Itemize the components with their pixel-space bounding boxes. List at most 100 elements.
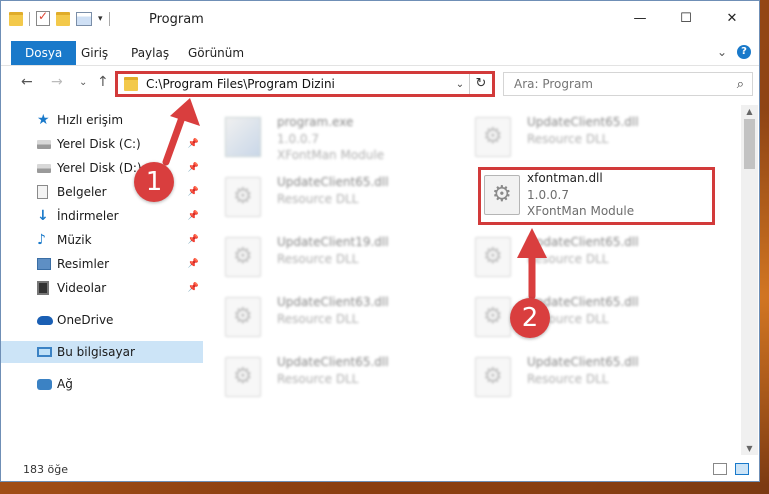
close-button[interactable]: ✕	[709, 9, 755, 29]
sidebar-item-music[interactable]: ♪ Müzik 📌	[1, 229, 203, 251]
properties-icon[interactable]	[76, 11, 92, 26]
file-name: program.exe	[277, 115, 354, 129]
maximize-button[interactable]: ☐	[663, 9, 709, 29]
file-description: XFontMan Module	[277, 148, 385, 162]
file-description: Resource DLL	[527, 252, 609, 266]
search-icon: ⌕	[736, 76, 744, 92]
up-arrow-icon[interactable]: ↑	[97, 74, 109, 90]
scroll-up-icon[interactable]: ▲	[741, 107, 758, 116]
network-icon	[37, 378, 52, 390]
quick-access-toolbar: ▾	[9, 9, 110, 26]
dll-icon	[475, 237, 511, 277]
sidebar-item-label: OneDrive	[57, 313, 114, 327]
this-pc-icon	[37, 347, 52, 357]
sidebar-item-downloads[interactable]: ↓ İndirmeler 📌	[1, 205, 203, 227]
sidebar-item-pictures[interactable]: Resimler 📌	[1, 253, 203, 275]
navigation-bar: ← → ⌄ ↑ C:\Program Files\Program Dizini …	[1, 67, 759, 101]
address-path[interactable]: C:\Program Files\Program Dizini	[146, 77, 451, 91]
tiles-view-icon[interactable]	[735, 463, 749, 475]
file-name: UpdateClient63.dll	[277, 295, 389, 309]
sidebar-item-label: İndirmeler	[57, 209, 119, 223]
sidebar-item-local-disk-c[interactable]: Yerel Disk (C:) 📌	[1, 133, 203, 155]
scrollbar-thumb[interactable]	[744, 119, 755, 169]
sidebar-item-onedrive[interactable]: OneDrive	[1, 309, 203, 331]
divider	[108, 11, 110, 26]
sidebar-item-label: Yerel Disk (D:)	[57, 161, 142, 175]
videos-icon	[37, 281, 49, 295]
ribbon-right-controls: ⌄ ?	[717, 45, 751, 59]
file-name: xfontman.dll	[527, 171, 603, 185]
documents-icon	[37, 185, 48, 199]
search-box[interactable]: ⌕	[503, 72, 753, 96]
address-history-chevron-icon[interactable]: ⌄	[451, 79, 469, 90]
pictures-icon	[37, 258, 51, 270]
file-version: 1.0.0.7	[277, 132, 319, 146]
divider	[29, 11, 30, 26]
tab-view[interactable]: Görünüm	[188, 41, 244, 65]
back-arrow-icon[interactable]: ←	[21, 74, 33, 90]
tab-file[interactable]: Dosya	[11, 41, 77, 65]
recent-locations-chevron-icon[interactable]: ⌄	[79, 77, 87, 88]
scroll-down-icon[interactable]: ▼	[741, 444, 758, 453]
file-name: UpdateClient65.dll	[277, 355, 389, 369]
file-description: Resource DLL	[277, 252, 359, 266]
dll-icon	[475, 297, 511, 337]
file-item[interactable]: UpdateClient65.dll Resource DLL	[457, 347, 697, 405]
file-name: UpdateClient65.dll	[277, 175, 389, 189]
sidebar-item-label: Videolar	[57, 281, 107, 295]
sidebar-item-this-pc[interactable]: Bu bilgisayar	[1, 341, 203, 363]
file-description: Resource DLL	[277, 372, 359, 386]
forward-arrow-icon[interactable]: →	[51, 74, 63, 90]
sidebar-item-label: Hızlı erişim	[57, 113, 124, 127]
title-bar: ▾ Program — ☐ ✕	[1, 1, 759, 37]
address-bar[interactable]: C:\Program Files\Program Dizini ⌄ ↻	[115, 71, 495, 97]
properties-check-icon[interactable]	[36, 9, 50, 26]
folder-icon	[9, 11, 23, 26]
exe-icon	[225, 117, 261, 157]
ribbon-expand-icon[interactable]: ⌄	[717, 45, 727, 59]
file-description: XFontMan Module	[527, 204, 635, 218]
file-item[interactable]: UpdateClient65.dll Resource DLL	[207, 167, 447, 225]
sidebar-item-label: Müzik	[57, 233, 92, 247]
refresh-icon[interactable]: ↻	[469, 74, 492, 94]
details-view-icon[interactable]	[713, 463, 727, 475]
search-input[interactable]	[512, 76, 716, 92]
sidebar-item-videos[interactable]: Videolar 📌	[1, 277, 203, 299]
file-item[interactable]: UpdateClient65.dll Resource DLL	[207, 347, 447, 405]
file-item[interactable]: UpdateClient19.dll Resource DLL	[207, 227, 447, 285]
pin-icon: 📌	[187, 283, 199, 293]
file-item[interactable]: program.exe 1.0.0.7 XFontMan Module	[207, 107, 447, 165]
dll-icon	[484, 175, 520, 215]
sidebar-item-label: Belgeler	[57, 185, 107, 199]
pin-icon: 📌	[187, 211, 199, 221]
file-name: UpdateClient65.dll	[527, 115, 639, 129]
sidebar-item-network[interactable]: Ağ	[1, 373, 203, 395]
minimize-button[interactable]: —	[617, 9, 663, 29]
vertical-scrollbar[interactable]: ▲ ▼	[741, 105, 758, 455]
file-item[interactable]: UpdateClient65.dll Resource DLL	[457, 227, 697, 285]
dll-icon	[225, 297, 261, 337]
disk-icon	[37, 164, 51, 173]
file-item[interactable]: UpdateClient65.dll Resource DLL	[457, 287, 697, 345]
new-folder-icon[interactable]	[56, 11, 70, 26]
pin-icon: 📌	[187, 235, 199, 245]
help-icon[interactable]: ?	[737, 45, 751, 59]
music-icon: ♪	[37, 232, 46, 248]
item-count: 183 öğe	[23, 463, 68, 476]
dll-icon	[475, 357, 511, 397]
explorer-window: ▾ Program — ☐ ✕ Dosya Giriş Paylaş Görün…	[0, 0, 760, 482]
tab-share[interactable]: Paylaş	[131, 41, 169, 65]
sidebar-item-label: Yerel Disk (C:)	[57, 137, 141, 151]
folder-icon	[124, 77, 138, 91]
sidebar-item-quick-access[interactable]: ★ Hızlı erişim	[1, 109, 203, 131]
file-name: UpdateClient65.dll	[527, 355, 639, 369]
file-description: Resource DLL	[277, 312, 359, 326]
file-name: UpdateClient19.dll	[277, 235, 389, 249]
file-item-xfontman[interactable]: xfontman.dll 1.0.0.7 XFontMan Module	[478, 167, 718, 225]
pin-icon: 📌	[187, 139, 199, 149]
file-item[interactable]: UpdateClient65.dll Resource DLL	[457, 107, 697, 165]
file-description: Resource DLL	[527, 372, 609, 386]
chevron-down-icon[interactable]: ▾	[98, 14, 103, 24]
file-item[interactable]: UpdateClient63.dll Resource DLL	[207, 287, 447, 345]
tab-home[interactable]: Giriş	[81, 41, 108, 65]
